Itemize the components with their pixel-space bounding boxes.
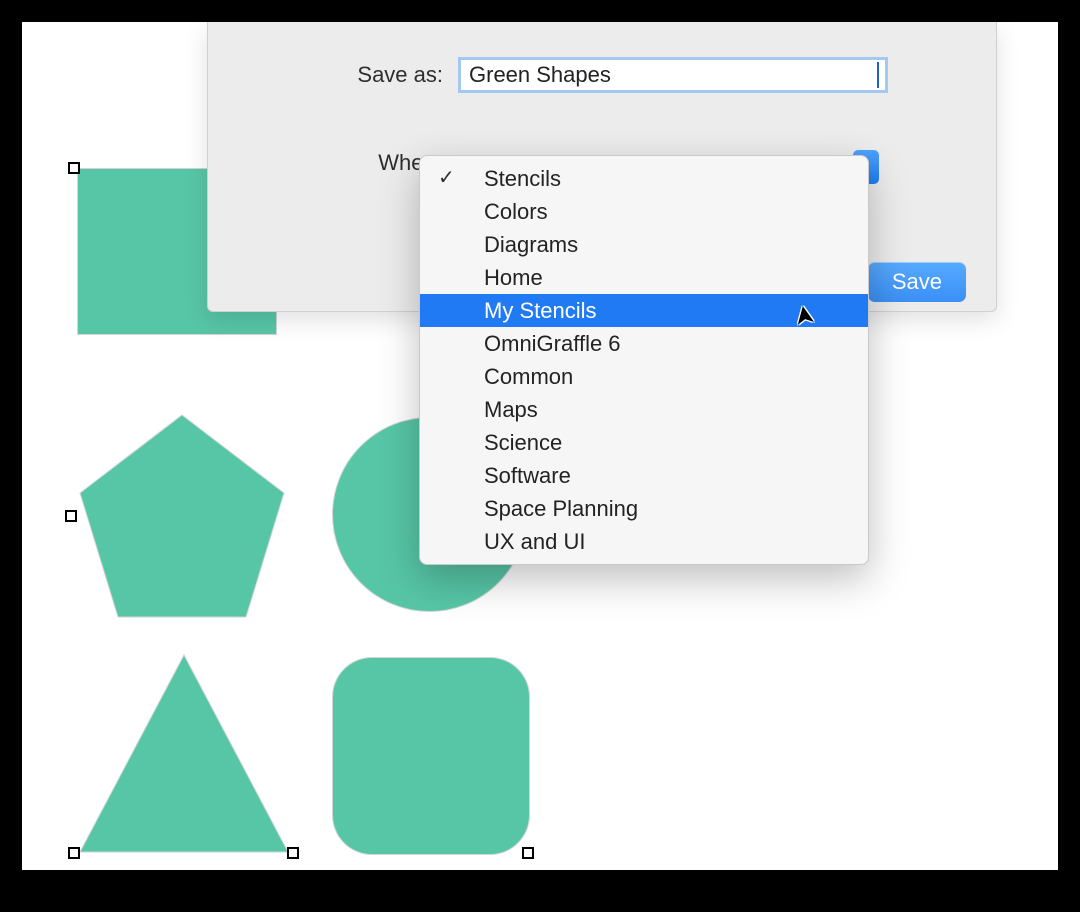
where-dropdown-menu[interactable]: StencilsColorsDiagramsHomeMy StencilsOmn… xyxy=(419,155,869,565)
where-option[interactable]: Common xyxy=(420,360,868,393)
selection-handle[interactable] xyxy=(68,847,80,859)
save-button[interactable]: Save xyxy=(868,262,966,302)
shape-triangle[interactable] xyxy=(72,647,297,862)
saveas-label: Save as: xyxy=(343,62,443,88)
where-option[interactable]: My Stencils xyxy=(420,294,868,327)
where-option[interactable]: Diagrams xyxy=(420,228,868,261)
where-option[interactable]: OmniGraffle 6 xyxy=(420,327,868,360)
where-option[interactable]: Science xyxy=(420,426,868,459)
where-option[interactable]: Maps xyxy=(420,393,868,426)
filename-field-wrap[interactable] xyxy=(458,57,888,93)
text-caret xyxy=(877,62,879,88)
where-option[interactable]: Space Planning xyxy=(420,492,868,525)
where-option[interactable]: Software xyxy=(420,459,868,492)
where-option[interactable]: Colors xyxy=(420,195,868,228)
where-option[interactable]: Home xyxy=(420,261,868,294)
shape-pentagon[interactable] xyxy=(72,407,292,627)
selection-handle[interactable] xyxy=(522,847,534,859)
app-frame: Save as: Where Save StencilsColorsDiagra… xyxy=(20,20,1060,872)
where-option[interactable]: UX and UI xyxy=(420,525,868,558)
selection-handle[interactable] xyxy=(65,510,77,522)
filename-input[interactable] xyxy=(467,61,879,89)
shape-rounded-rect[interactable] xyxy=(332,657,530,855)
selection-handle[interactable] xyxy=(287,847,299,859)
selection-handle[interactable] xyxy=(68,162,80,174)
where-option[interactable]: Stencils xyxy=(420,162,868,195)
